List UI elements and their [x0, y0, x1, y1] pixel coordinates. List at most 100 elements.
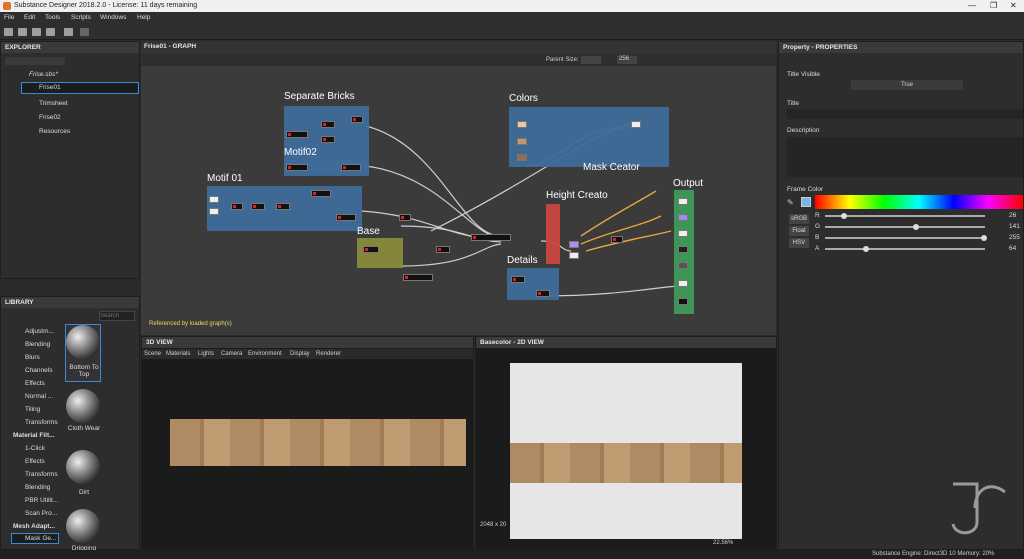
tree-item-trimsheet[interactable]: Trimsheet — [39, 100, 68, 107]
lib-mat-pbr[interactable]: PBR Utilit... — [25, 497, 58, 504]
channel-a-slider[interactable] — [825, 246, 985, 252]
dirt-thumb[interactable] — [66, 450, 100, 484]
graph-node[interactable] — [351, 116, 363, 123]
menu-windows[interactable]: Windows — [100, 14, 126, 21]
2d-preview-image[interactable] — [510, 363, 742, 539]
undo-icon[interactable] — [64, 28, 73, 36]
lib-cat-adjust[interactable]: Adjustm... — [25, 328, 54, 335]
new-icon[interactable] — [4, 28, 13, 36]
lib-mat-transforms[interactable]: Transforms — [25, 471, 58, 478]
view3d-menu-materials[interactable]: Materials — [166, 351, 190, 357]
restore-icon[interactable]: ❐ — [990, 1, 997, 10]
lib-mat-blending[interactable]: Blending — [25, 484, 50, 491]
graph-node-output[interactable] — [678, 298, 688, 305]
lib-cat-tiling[interactable]: Tiling — [25, 406, 40, 413]
frame-details[interactable] — [507, 268, 559, 300]
channel-a-value[interactable]: 64 — [1009, 245, 1016, 252]
channel-g-slider[interactable] — [825, 224, 985, 230]
view3d-menu-lights[interactable]: Lights — [198, 351, 214, 357]
view3d-menu-renderer[interactable]: Renderer — [316, 351, 341, 357]
graph-node[interactable] — [251, 203, 265, 210]
graph-node[interactable] — [341, 164, 361, 171]
graph-node[interactable] — [569, 252, 579, 259]
description-input[interactable] — [787, 137, 1023, 177]
mode-srgb-button[interactable]: sRGB — [789, 214, 809, 224]
tree-item-resources[interactable]: Resources — [39, 128, 70, 135]
eyedropper-icon[interactable]: ✎ — [787, 198, 795, 207]
lib-cat-blurs[interactable]: Blurs — [25, 354, 40, 361]
tree-item-frise01[interactable]: Frise01 — [39, 84, 61, 91]
lib-mat-effects[interactable]: Effects — [25, 458, 45, 465]
close-icon[interactable]: ✕ — [1010, 1, 1017, 10]
graph-node[interactable] — [511, 276, 525, 283]
title-input[interactable] — [787, 109, 1023, 119]
graph-node[interactable] — [286, 131, 308, 138]
graph-node-output[interactable] — [678, 262, 688, 269]
lib-mat-scan[interactable]: Scan Pro... — [25, 510, 57, 517]
graph-canvas[interactable]: Separate Bricks Motif02 Motif 01 Colors … — [141, 66, 776, 335]
channel-b-slider[interactable] — [825, 235, 987, 241]
frame-colors[interactable] — [509, 107, 669, 167]
open-icon[interactable] — [18, 28, 27, 36]
graph-node[interactable] — [403, 274, 433, 281]
graph-node-output[interactable] — [678, 230, 688, 237]
graph-node[interactable] — [631, 121, 641, 128]
graph-node-output[interactable] — [678, 280, 688, 287]
menu-help[interactable]: Help — [137, 14, 150, 21]
graph-node[interactable] — [536, 290, 550, 297]
lib-mesh-header[interactable]: Mesh Adapt... — [13, 523, 55, 530]
graph-node[interactable] — [231, 203, 243, 210]
graph-node[interactable] — [311, 190, 331, 197]
title-visible-value[interactable]: True — [851, 80, 963, 90]
graph-node[interactable] — [321, 121, 335, 128]
graph-node-output[interactable] — [678, 214, 688, 221]
parent-size-select[interactable] — [581, 56, 601, 64]
lib-cat-blending[interactable]: Blending — [25, 341, 50, 348]
channel-r-knob[interactable] — [841, 213, 847, 219]
graph-node[interactable] — [363, 246, 379, 253]
graph-node[interactable] — [569, 241, 579, 248]
graph-node-color[interactable] — [517, 154, 527, 161]
channel-r-slider[interactable] — [825, 213, 985, 219]
save-all-icon[interactable] — [46, 28, 55, 36]
library-search-input[interactable] — [99, 311, 135, 321]
mode-hsv-button[interactable]: HSV — [789, 238, 809, 248]
graph-node[interactable] — [436, 246, 450, 253]
channel-r-value[interactable]: 26 — [1009, 212, 1016, 219]
mode-float-button[interactable]: Float — [789, 226, 809, 236]
channel-g-knob[interactable] — [913, 224, 919, 230]
view3d-menu-scene[interactable]: Scene — [144, 351, 161, 357]
graph-node-color[interactable] — [517, 138, 527, 145]
color-swatch[interactable] — [801, 197, 811, 207]
frame-base[interactable] — [357, 238, 403, 268]
view3d-menu-display[interactable]: Display — [290, 351, 310, 357]
lib-cat-channels[interactable]: Channels — [25, 367, 52, 374]
graph-node-input[interactable] — [209, 196, 219, 203]
tree-item-frise02[interactable]: Frise02 — [39, 114, 61, 121]
view3d-menu-environment[interactable]: Environment — [248, 351, 282, 357]
dripping-thumb[interactable] — [66, 509, 100, 543]
channel-b-value[interactable]: 255 — [1009, 234, 1020, 241]
lib-mat-1click[interactable]: 1-Click — [25, 445, 45, 452]
graph-node[interactable] — [286, 164, 308, 171]
minimize-icon[interactable]: — — [968, 1, 976, 10]
lib-cat-normal[interactable]: Normal ... — [25, 393, 53, 400]
lib-cat-effects[interactable]: Effects — [25, 380, 45, 387]
graph-node-output[interactable] — [678, 198, 688, 205]
output-size-select[interactable]: 256 — [617, 56, 637, 64]
graph-node-output[interactable] — [678, 246, 688, 253]
lib-cat-transforms[interactable]: Transforms — [25, 419, 58, 426]
graph-node[interactable] — [611, 236, 623, 243]
graph-node-input[interactable] — [209, 208, 219, 215]
menu-scripts[interactable]: Scripts — [71, 14, 91, 21]
graph-node[interactable] — [276, 203, 290, 210]
2d-zoom-level[interactable]: 22.56% — [713, 540, 733, 546]
menu-tools[interactable]: Tools — [45, 14, 60, 21]
frame-height-creator[interactable] — [546, 204, 560, 264]
graph-node[interactable] — [399, 214, 411, 221]
graph-node[interactable] — [336, 214, 356, 221]
channel-a-knob[interactable] — [863, 246, 869, 252]
lib-mesh-maskgen[interactable]: Mask Ge... — [25, 535, 56, 542]
channel-b-knob[interactable] — [981, 235, 987, 241]
save-icon[interactable] — [32, 28, 41, 36]
